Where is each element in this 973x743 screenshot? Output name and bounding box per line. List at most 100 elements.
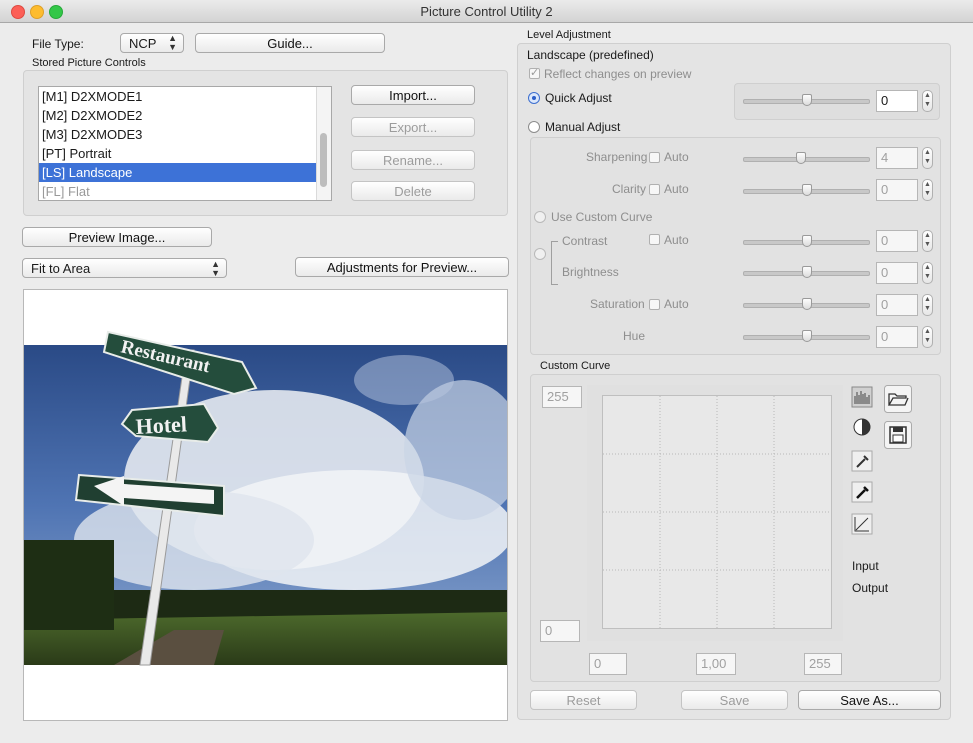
- linear-curve-icon[interactable]: [851, 513, 873, 535]
- contrast-circle-icon[interactable]: [851, 416, 873, 438]
- stored-list-item[interactable]: [M3] D2XMODE3: [39, 125, 331, 144]
- select-arrows-icon: ▲▼: [168, 34, 177, 52]
- output-max-field[interactable]: 255: [542, 386, 582, 408]
- input-label: Input: [852, 559, 879, 573]
- saturation-slider[interactable]: [743, 298, 870, 312]
- brightness-slider[interactable]: [743, 266, 870, 280]
- stored-controls-label: Stored Picture Controls: [32, 57, 146, 69]
- stored-controls-list[interactable]: [M1] D2XMODE1[M2] D2XMODE2[M3] D2XMODE3[…: [38, 86, 332, 201]
- slider-knob[interactable]: [796, 152, 806, 164]
- slider-knob[interactable]: [802, 235, 812, 247]
- rename-button[interactable]: Rename...: [351, 150, 475, 170]
- hue-value[interactable]: 0: [876, 326, 918, 348]
- saturation-value[interactable]: 0: [876, 294, 918, 316]
- fit-to-area-select[interactable]: Fit to Area ▲▼: [22, 258, 227, 278]
- sharpening-stepper[interactable]: ▲▼: [922, 147, 933, 169]
- scrollbar-thumb[interactable]: [320, 133, 327, 187]
- import-button[interactable]: Import...: [351, 85, 475, 105]
- list-scrollbar[interactable]: [316, 87, 331, 200]
- slider-knob[interactable]: [802, 266, 812, 278]
- hue-slider[interactable]: [743, 330, 870, 344]
- brightness-label: Brightness: [562, 265, 619, 279]
- output-label: Output: [852, 581, 888, 595]
- brightness-stepper[interactable]: ▲▼: [922, 262, 933, 284]
- slider-knob[interactable]: [802, 94, 812, 106]
- use-custom-curve-radio[interactable]: [534, 211, 546, 223]
- sharpening-label: Sharpening: [586, 150, 647, 164]
- curve-gridlines: [603, 396, 831, 628]
- clarity-value[interactable]: 0: [876, 179, 918, 201]
- quick-adjust-value[interactable]: 0: [876, 90, 918, 112]
- brightness-value[interactable]: 0: [876, 262, 918, 284]
- select-arrows-icon: ▲▼: [211, 260, 220, 278]
- preview-area: Restaurant Hotel: [23, 289, 508, 721]
- contrast-auto-label: Auto: [664, 233, 689, 247]
- contrast-stepper[interactable]: ▲▼: [922, 230, 933, 252]
- curve-grid[interactable]: [602, 395, 832, 629]
- contrast-brightness-radio[interactable]: [534, 248, 546, 260]
- preview-image-button[interactable]: Preview Image...: [22, 227, 212, 247]
- eyedropper-black-icon[interactable]: [851, 481, 873, 503]
- picture-control-name: Landscape (predefined): [527, 48, 654, 62]
- window-title: Picture Control Utility 2: [0, 4, 973, 19]
- clarity-slider[interactable]: [743, 184, 870, 198]
- level-adjustment-label: Level Adjustment: [527, 29, 611, 41]
- open-folder-icon[interactable]: [884, 385, 912, 413]
- export-button[interactable]: Export...: [351, 117, 475, 137]
- sharpening-auto-label: Auto: [664, 150, 689, 164]
- file-type-select[interactable]: NCP ▲▼: [120, 33, 184, 53]
- reflect-changes-label: Reflect changes on preview: [544, 67, 691, 81]
- quick-adjust-radio[interactable]: [528, 92, 540, 104]
- clarity-auto-label: Auto: [664, 182, 689, 196]
- sharpening-value[interactable]: 4: [876, 147, 918, 169]
- adjustments-for-preview-button[interactable]: Adjustments for Preview...: [295, 257, 509, 277]
- preview-photo: Restaurant Hotel: [24, 290, 507, 720]
- sign-hotel-text: Hotel: [135, 411, 188, 439]
- quick-adjust-stepper[interactable]: ▲▼: [922, 90, 933, 112]
- gamma-field[interactable]: 1,00: [696, 653, 736, 675]
- contrast-auto-checkbox[interactable]: [649, 234, 660, 245]
- manual-adjust-radio[interactable]: [528, 121, 540, 133]
- save-button[interactable]: Save: [681, 690, 788, 710]
- quick-adjust-label: Quick Adjust: [545, 91, 612, 105]
- reset-button[interactable]: Reset: [530, 690, 637, 710]
- slider-knob[interactable]: [802, 330, 812, 342]
- use-custom-curve-label: Use Custom Curve: [551, 210, 652, 224]
- slider-track: [743, 157, 870, 162]
- custom-curve-label: Custom Curve: [540, 360, 610, 372]
- save-as-button[interactable]: Save As...: [798, 690, 941, 710]
- contrast-value[interactable]: 0: [876, 230, 918, 252]
- reflect-changes-checkbox[interactable]: [529, 68, 540, 79]
- title-bar: Picture Control Utility 2: [0, 0, 973, 23]
- stored-list-item[interactable]: [M1] D2XMODE1: [39, 87, 331, 106]
- hue-stepper[interactable]: ▲▼: [922, 326, 933, 348]
- output-min-field[interactable]: 0: [540, 620, 580, 642]
- stored-list-item[interactable]: [M2] D2XMODE2: [39, 106, 331, 125]
- slider-knob[interactable]: [802, 184, 812, 196]
- histogram-icon[interactable]: [851, 386, 873, 408]
- saturation-auto-checkbox[interactable]: [649, 299, 660, 310]
- fit-select-value: Fit to Area: [31, 261, 90, 276]
- eyedropper-white-icon[interactable]: [851, 450, 873, 472]
- curve-editor[interactable]: [587, 385, 843, 641]
- input-max-field[interactable]: 255: [804, 653, 842, 675]
- manual-adjust-label: Manual Adjust: [545, 120, 620, 134]
- contrast-slider[interactable]: [743, 235, 870, 249]
- stored-list-item[interactable]: [LS] Landscape: [39, 163, 331, 182]
- save-disk-icon[interactable]: [884, 421, 912, 449]
- sharpening-slider[interactable]: [743, 152, 870, 166]
- input-min-field[interactable]: 0: [589, 653, 627, 675]
- saturation-auto-label: Auto: [664, 297, 689, 311]
- clarity-label: Clarity: [612, 182, 646, 196]
- slider-knob[interactable]: [802, 298, 812, 310]
- stored-list-item[interactable]: [FL] Flat: [39, 182, 331, 201]
- saturation-stepper[interactable]: ▲▼: [922, 294, 933, 316]
- guide-button[interactable]: Guide...: [195, 33, 385, 53]
- clarity-auto-checkbox[interactable]: [649, 184, 660, 195]
- contrast-label: Contrast: [562, 234, 607, 248]
- delete-button[interactable]: Delete: [351, 181, 475, 201]
- sharpening-auto-checkbox[interactable]: [649, 152, 660, 163]
- quick-adjust-slider[interactable]: [743, 94, 870, 108]
- clarity-stepper[interactable]: ▲▼: [922, 179, 933, 201]
- stored-list-item[interactable]: [PT] Portrait: [39, 144, 331, 163]
